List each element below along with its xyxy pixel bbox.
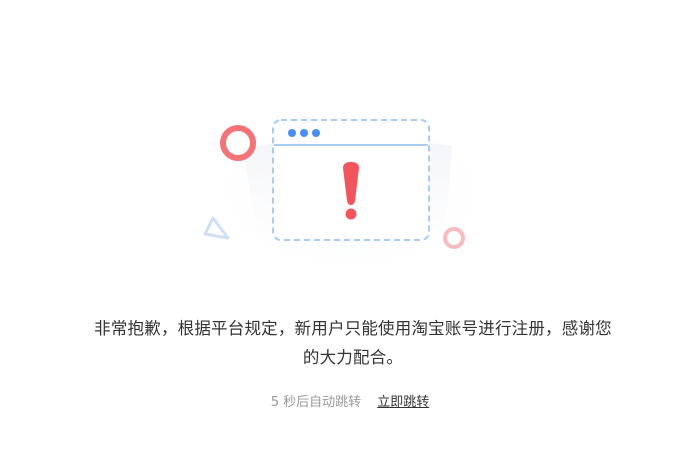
window-dot-3 (312, 129, 320, 137)
jump-now-link[interactable]: 立即跳转 (377, 395, 429, 410)
window-dot-1 (288, 129, 296, 137)
window-dot-2 (300, 129, 308, 137)
redirect-notice-page: 非常抱歉，根据平台规定，新用户只能使用淘宝账号进行注册，感谢您的大力配合。 5 … (0, 0, 700, 450)
warning-illustration (200, 100, 500, 280)
countdown-row: 5 秒后自动跳转 立即跳转 (0, 392, 700, 414)
notice-message: 非常抱歉，根据平台规定，新用户只能使用淘宝账号进行注册，感谢您的大力配合。 (94, 319, 612, 367)
countdown-text: 5 秒后自动跳转 (270, 395, 362, 410)
